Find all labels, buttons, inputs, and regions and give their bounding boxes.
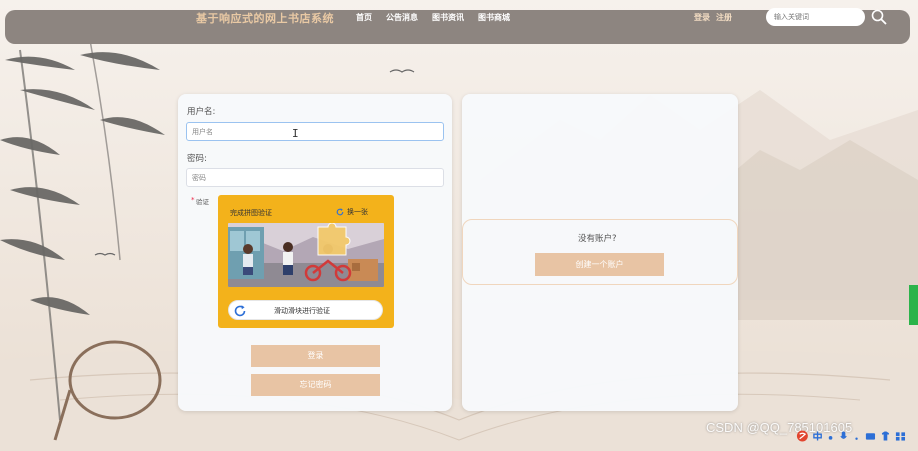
- no-account-text: 没有账户?: [578, 234, 617, 244]
- microphone-icon[interactable]: [839, 430, 848, 442]
- captcha-puzzle-image: [228, 223, 384, 287]
- system-tray: [796, 428, 906, 444]
- language-icon[interactable]: [812, 430, 822, 442]
- side-tab[interactable]: [909, 285, 918, 325]
- toolbox-icon[interactable]: [895, 430, 906, 442]
- login-button[interactable]: 登录: [251, 345, 380, 367]
- slider-refresh-icon[interactable]: [233, 304, 247, 318]
- password-input[interactable]: [186, 168, 444, 187]
- forgot-password-button[interactable]: 忘记密码: [251, 374, 380, 396]
- username-label: 用户名:: [187, 107, 216, 117]
- nav-home[interactable]: 首页: [356, 12, 372, 23]
- nav-links: 首页 公告消息 图书资讯 图书商城: [356, 12, 510, 23]
- punctuation-icon[interactable]: [826, 430, 835, 442]
- verify-label: 验证: [196, 198, 209, 206]
- captcha-panel: 完成拼图验证 换一张 滑动滑块进行验证: [218, 195, 394, 328]
- captcha-refresh-button[interactable]: 换一张: [336, 207, 368, 217]
- nav-login-link[interactable]: 登录: [694, 12, 710, 23]
- keyboard-icon[interactable]: [865, 430, 876, 442]
- nav-register-link[interactable]: 注册: [716, 12, 732, 23]
- dot-icon[interactable]: [852, 430, 861, 442]
- text-cursor-icon: I: [292, 127, 299, 140]
- search-input[interactable]: [766, 8, 865, 26]
- create-account-button[interactable]: 创建一个账户: [535, 253, 664, 276]
- nav-announcements[interactable]: 公告消息: [386, 12, 418, 23]
- background-scenery: [0, 0, 918, 451]
- username-input[interactable]: [186, 122, 444, 141]
- refresh-icon: [336, 208, 344, 216]
- nav-book-news[interactable]: 图书资讯: [432, 12, 464, 23]
- nav-book-mall[interactable]: 图书商城: [478, 12, 510, 23]
- password-label: 密码:: [187, 154, 207, 164]
- nav-auth: 登录 注册: [694, 12, 732, 23]
- slider-text: 滑动滑块进行验证: [274, 307, 330, 315]
- site-title[interactable]: 基于响应式的网上书店系统: [196, 10, 334, 26]
- shirt-icon[interactable]: [880, 430, 891, 442]
- search-icon[interactable]: [871, 9, 887, 25]
- captcha-title: 完成拼图验证: [230, 209, 272, 217]
- ime-icon[interactable]: [796, 429, 809, 443]
- captcha-slider[interactable]: 滑动滑块进行验证: [228, 300, 383, 320]
- required-mark: *: [191, 196, 195, 204]
- captcha-refresh-label: 换一张: [347, 208, 368, 216]
